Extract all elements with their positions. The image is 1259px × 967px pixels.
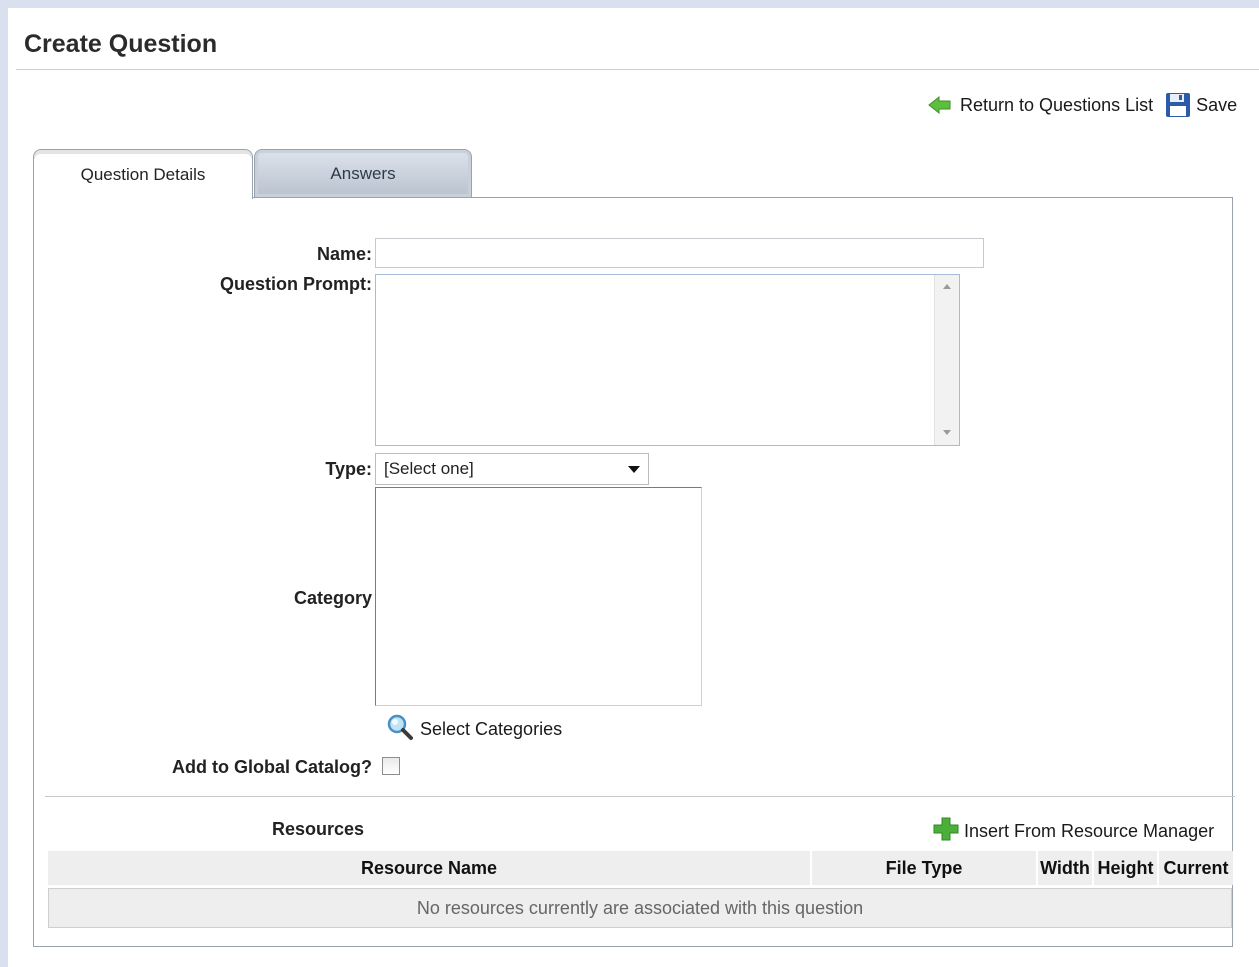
type-selected-value: [Select one] [384, 459, 474, 478]
page-title: Create Question [24, 30, 218, 58]
plus-icon [932, 816, 960, 847]
column-header-current-label: Current [1163, 857, 1229, 878]
resources-heading: Resources [272, 819, 365, 839]
chevron-down-icon [628, 466, 640, 473]
toolbar: Return to Questions List Save [928, 92, 1237, 118]
insert-from-resource-manager-label: Insert From Resource Manager [964, 821, 1215, 841]
category-list[interactable] [375, 487, 702, 706]
prompt-scrollbar[interactable] [934, 275, 959, 445]
column-header-file-type: File Type [812, 851, 1036, 885]
insert-from-resource-manager-link[interactable]: Insert From Resource Manager [932, 816, 1214, 847]
column-header-height: Height [1094, 851, 1157, 885]
scroll-up-arrow-icon [943, 284, 951, 289]
save-label: Save [1196, 94, 1238, 115]
save-button[interactable]: Save [1165, 92, 1237, 118]
back-arrow-icon [928, 95, 952, 115]
return-to-list-link[interactable]: Return to Questions List [928, 95, 1153, 116]
floppy-disk-icon [1165, 92, 1191, 118]
magnifier-icon [386, 713, 414, 746]
column-header-resource-name: Resource Name [48, 851, 810, 885]
name-label: Name: [316, 244, 372, 264]
tab-question-details[interactable]: Question Details [33, 149, 253, 199]
global-catalog-checkbox[interactable] [382, 757, 400, 775]
tab-question-details-label: Question Details [80, 164, 206, 184]
column-header-current: Current [1159, 851, 1233, 885]
question-prompt-label: Question Prompt: [220, 274, 372, 294]
select-categories-link[interactable]: Select Categories [386, 713, 562, 746]
select-categories-label: Select Categories [420, 719, 563, 739]
column-header-width-label: Width [1040, 857, 1090, 878]
category-label: Category [293, 588, 372, 608]
scroll-down-arrow-icon [943, 430, 951, 435]
return-to-list-label: Return to Questions List [960, 94, 1154, 115]
type-label: Type: [325, 459, 372, 479]
section-divider [45, 796, 1235, 797]
name-field[interactable] [375, 238, 984, 268]
global-catalog-label: Add to Global Catalog? [172, 757, 372, 777]
title-divider [16, 69, 1259, 70]
tab-answers[interactable]: Answers [254, 149, 472, 197]
column-header-resource-name-label: Resource Name [360, 857, 498, 878]
column-header-height-label: Height [1097, 857, 1154, 878]
resources-empty-message: No resources currently are associated wi… [416, 897, 864, 918]
type-select[interactable]: [Select one] [375, 453, 649, 485]
page: Create Question Return to Questions List… [8, 8, 1259, 967]
question-prompt-textarea[interactable] [375, 274, 960, 446]
tab-answers-label: Answers [330, 163, 396, 183]
column-header-file-type-label: File Type [885, 857, 963, 878]
resources-empty-row: No resources currently are associated wi… [48, 888, 1232, 928]
column-header-width: Width [1038, 851, 1092, 885]
